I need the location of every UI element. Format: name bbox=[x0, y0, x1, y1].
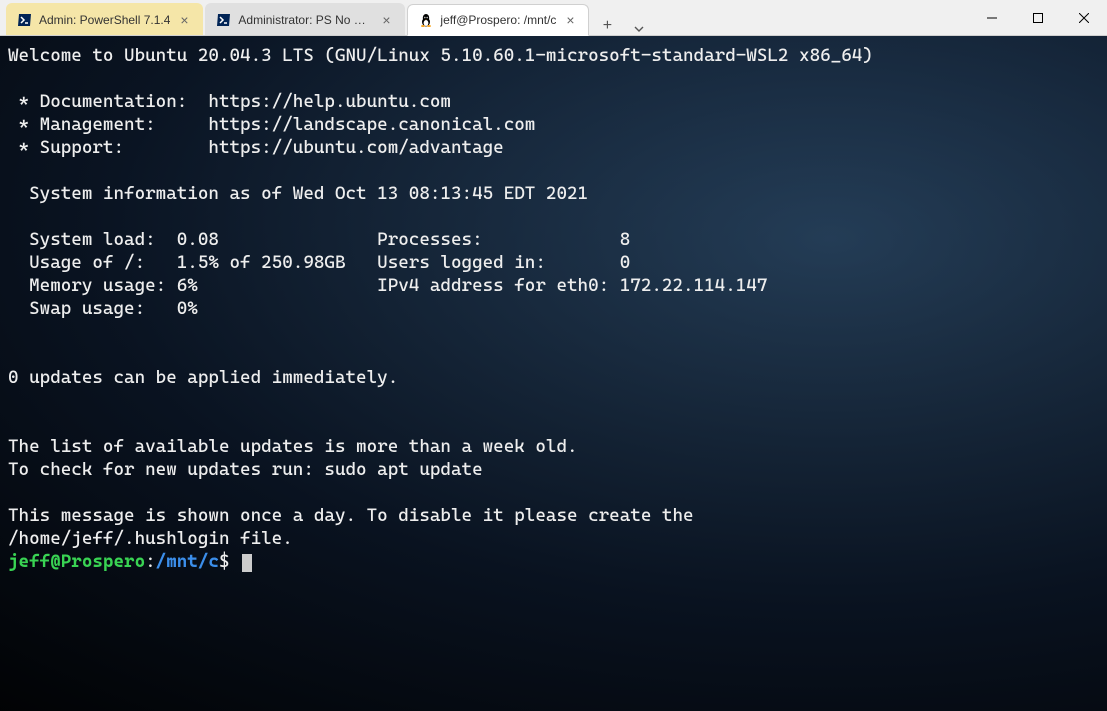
sysinfo-line: Usage of /: 1.5% of 250.98GB Users logge… bbox=[8, 252, 630, 273]
stale-updates-line: To check for new updates run: sudo apt u… bbox=[8, 459, 483, 480]
tux-icon bbox=[418, 12, 434, 28]
sysinfo-line: Swap usage: 0% bbox=[8, 298, 198, 319]
cursor bbox=[242, 554, 252, 572]
daily-message-line: This message is shown once a day. To dis… bbox=[8, 505, 694, 526]
window-controls bbox=[969, 0, 1107, 35]
motd-sup-label: * Support: bbox=[8, 137, 208, 158]
tab-label: Admin: PowerShell 7.1.4 bbox=[39, 13, 170, 27]
chevron-down-icon bbox=[633, 23, 645, 35]
tab-powershell-noprofile[interactable]: Administrator: PS No Profile × bbox=[205, 3, 405, 35]
daily-message-line: /home/jeff/.hushlogin file. bbox=[8, 528, 293, 549]
updates-line: 0 updates can be applied immediately. bbox=[8, 367, 398, 388]
close-icon bbox=[1079, 13, 1089, 23]
motd-welcome: Welcome to Ubuntu 20.04.3 LTS (GNU/Linux… bbox=[8, 45, 873, 66]
sysinfo-line: Memory usage: 6% IPv4 address for eth0: … bbox=[8, 275, 767, 296]
motd-doc-url: https://help.ubuntu.com bbox=[208, 91, 451, 112]
prompt-userhost: jeff@Prospero bbox=[8, 551, 145, 572]
tab-powershell-admin[interactable]: Admin: PowerShell 7.1.4 × bbox=[6, 3, 203, 35]
close-icon[interactable]: × bbox=[562, 12, 578, 28]
powershell-icon bbox=[17, 12, 33, 28]
motd-doc-label: * Documentation: bbox=[8, 91, 208, 112]
terminal-window: Admin: PowerShell 7.1.4 × Administrator:… bbox=[0, 0, 1107, 711]
prompt-colon: : bbox=[145, 551, 156, 572]
maximize-icon bbox=[1033, 13, 1043, 23]
motd-mgmt-label: * Management: bbox=[8, 114, 208, 135]
stale-updates-line: The list of available updates is more th… bbox=[8, 436, 578, 457]
titlebar: Admin: PowerShell 7.1.4 × Administrator:… bbox=[0, 0, 1107, 36]
motd-sup-url: https://ubuntu.com/advantage bbox=[208, 137, 503, 158]
tab-label: Administrator: PS No Profile bbox=[238, 13, 372, 27]
tab-linux-wsl[interactable]: jeff@Prospero: /mnt/c × bbox=[407, 4, 589, 36]
maximize-button[interactable] bbox=[1015, 0, 1061, 36]
sysinfo-line: System load: 0.08 Processes: 8 bbox=[8, 229, 630, 250]
new-tab-button[interactable]: + bbox=[591, 17, 623, 35]
motd-mgmt-url: https://landscape.canonical.com bbox=[208, 114, 535, 135]
close-icon[interactable]: × bbox=[176, 12, 192, 28]
tab-label: jeff@Prospero: /mnt/c bbox=[440, 13, 556, 27]
prompt-dollar: $ bbox=[219, 551, 240, 572]
close-window-button[interactable] bbox=[1061, 0, 1107, 36]
close-icon[interactable]: × bbox=[378, 12, 394, 28]
minimize-icon bbox=[987, 13, 997, 23]
sysinfo-header: System information as of Wed Oct 13 08:1… bbox=[8, 183, 588, 204]
terminal-pane[interactable]: Welcome to Ubuntu 20.04.3 LTS (GNU/Linux… bbox=[0, 36, 1107, 711]
tab-strip: Admin: PowerShell 7.1.4 × Administrator:… bbox=[0, 0, 969, 35]
prompt-path: /mnt/c bbox=[156, 551, 219, 572]
tab-dropdown-button[interactable] bbox=[623, 23, 655, 35]
powershell-icon bbox=[216, 12, 232, 28]
minimize-button[interactable] bbox=[969, 0, 1015, 36]
